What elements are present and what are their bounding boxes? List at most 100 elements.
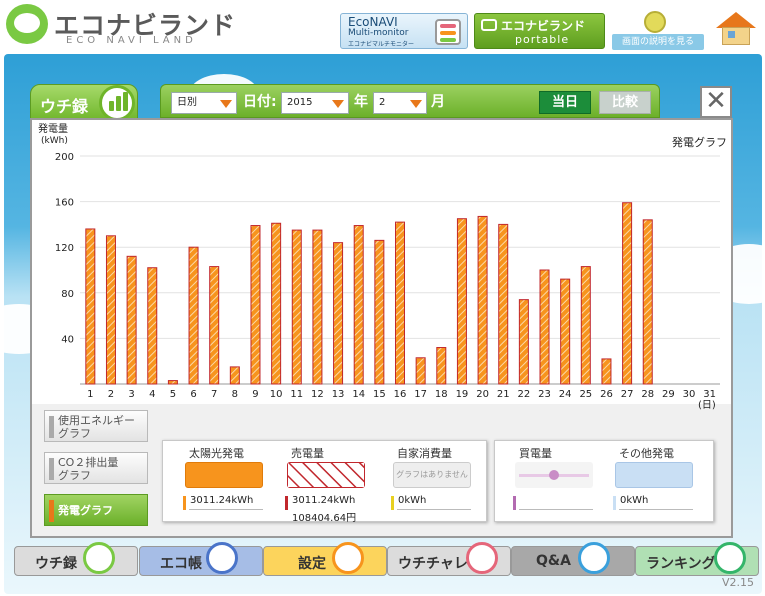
x-tick-label: 25 <box>579 389 592 400</box>
side-menu-label: グラフ <box>58 469 91 482</box>
chart-bars <box>85 202 653 385</box>
device-icon <box>481 19 497 31</box>
nav-uchiroku-label: ウチ録 <box>35 556 77 572</box>
x-tick-label: 20 <box>476 389 489 400</box>
year-select[interactable]: 2015 <box>281 92 349 114</box>
hatch-pattern <box>288 463 364 487</box>
y-tick-label: 80 <box>61 289 74 300</box>
bar <box>622 202 633 385</box>
x-tick-label: 17 <box>414 389 427 400</box>
x-tick-label: 23 <box>538 389 551 400</box>
tab-uchiroku[interactable]: ウチ録 <box>30 84 138 122</box>
econavi-subtitle: Multi-monitor <box>348 28 409 38</box>
bar <box>250 225 261 385</box>
legend-self-marker <box>391 496 394 510</box>
help-button[interactable]: 画面の説明を見る <box>610 8 704 50</box>
econavi-multimonitor-button[interactable]: EcoNAVI Multi-monitor エコナビマルチモニター <box>340 13 468 49</box>
x-tick-label: 10 <box>270 389 283 400</box>
nav-ecocho[interactable]: エコ帳 <box>139 542 263 576</box>
today-button[interactable]: 当日 <box>539 91 591 114</box>
portable-title: エコナビランド <box>501 19 586 33</box>
nav-settings[interactable]: 設定 <box>263 542 387 576</box>
bar <box>518 299 529 385</box>
nav-uchiroku[interactable]: ウチ録 <box>14 542 138 576</box>
bar <box>539 269 550 385</box>
econavi-caption: エコナビマルチモニター <box>348 41 415 48</box>
legend-sold-marker <box>285 496 288 510</box>
legend-solar-value: 3011.24kWh <box>190 495 254 506</box>
bar <box>147 267 158 385</box>
compare-button[interactable]: 比較 <box>599 91 651 114</box>
legend-bought-marker <box>513 496 516 510</box>
x-tick-label: 8 <box>232 389 238 400</box>
bar <box>498 223 509 385</box>
x-tick-label: 30 <box>683 389 696 400</box>
crown-icon <box>714 542 746 574</box>
side-menu-generation-graph[interactable]: 発電グラフ <box>44 494 148 526</box>
x-tick-label: 16 <box>394 389 407 400</box>
bar <box>395 221 405 385</box>
nav-uchichalle-label: ウチチャレ <box>398 556 468 572</box>
side-menu-indicator <box>49 416 54 438</box>
bar <box>601 358 612 385</box>
legend-other-value: 0kWh <box>620 495 649 506</box>
side-menu-indicator <box>49 500 54 522</box>
month-suffix: 月 <box>431 94 445 110</box>
bar <box>85 228 96 385</box>
legend-sold-title: 売電量 <box>291 447 324 460</box>
monitor-icon <box>435 19 461 45</box>
x-tick-label: 3 <box>128 389 134 400</box>
bar <box>209 266 220 385</box>
flag-icon <box>466 542 498 574</box>
bar <box>271 222 282 385</box>
y-axis-unit: (kWh) <box>41 136 68 146</box>
home-button[interactable] <box>714 10 758 48</box>
y-axis-label: 発電量 <box>38 122 68 135</box>
bar-chart-icon <box>99 85 135 121</box>
legend-solar-marker <box>183 496 186 510</box>
side-menu-energy-graph[interactable]: 使用エネルギー グラフ <box>44 410 148 442</box>
chart-title: 発電グラフ <box>672 135 727 149</box>
legend-sold-swatch <box>287 462 365 488</box>
legend-other-marker <box>613 496 616 510</box>
house-icon <box>722 27 750 45</box>
x-axis-unit: (日) <box>698 400 716 411</box>
y-tick-label: 40 <box>61 334 74 345</box>
bar <box>560 278 571 385</box>
econavi-title: EcoNAVI <box>348 15 398 29</box>
y-tick-label: 120 <box>55 243 74 254</box>
nav-uchichalle[interactable]: ウチチャレ <box>387 542 511 576</box>
mascot-icon <box>644 11 666 33</box>
tab-uchiroku-label: ウチ録 <box>40 97 89 116</box>
nav-ecocho-label: エコ帳 <box>160 556 202 572</box>
side-menu-co2-graph[interactable]: CO２排出量 グラフ <box>44 452 148 484</box>
filter-bar: 日別 日付: 2015 年 2 月 当日 比較 <box>160 84 660 118</box>
nav-ranking[interactable]: ランキング <box>635 542 759 576</box>
bar <box>105 235 116 385</box>
month-select[interactable]: 2 <box>373 92 427 114</box>
x-tick-label: 13 <box>332 389 345 400</box>
side-menu-label: 発電グラフ <box>58 504 113 517</box>
legend-bought-swatch <box>515 462 593 488</box>
portable-button[interactable]: エコナビランド portable <box>474 13 605 49</box>
nav-settings-label: 設定 <box>298 556 326 572</box>
year-select-value: 2015 <box>287 97 313 108</box>
x-tick-label: 5 <box>170 389 176 400</box>
x-tick-label: 14 <box>352 389 365 400</box>
legend-other-swatch <box>615 462 693 488</box>
chevron-down-icon <box>410 100 422 108</box>
logo-badge-icon <box>6 4 48 44</box>
wrench-icon <box>332 542 364 574</box>
close-button[interactable]: ✕ <box>700 86 732 118</box>
side-menu-label: CO２排出量 <box>58 456 119 469</box>
bar <box>126 255 137 385</box>
x-tick-label: 2 <box>108 389 114 400</box>
generation-chart: 発電量 (kWh) 発電グラフ (日) 1 2 3 4 5 6 7 8 9 10 11 12 13 14 1… <box>38 122 727 411</box>
legend-sold-value: 3011.24kWh <box>292 495 356 506</box>
bar <box>456 218 467 385</box>
year-suffix: 年 <box>354 94 368 110</box>
mode-select[interactable]: 日別 <box>171 92 237 114</box>
nav-qa[interactable]: Q&A <box>511 542 635 576</box>
logo-subtitle: ECO NAVI LAND <box>66 35 197 46</box>
version-label: V2.15 <box>722 576 755 589</box>
